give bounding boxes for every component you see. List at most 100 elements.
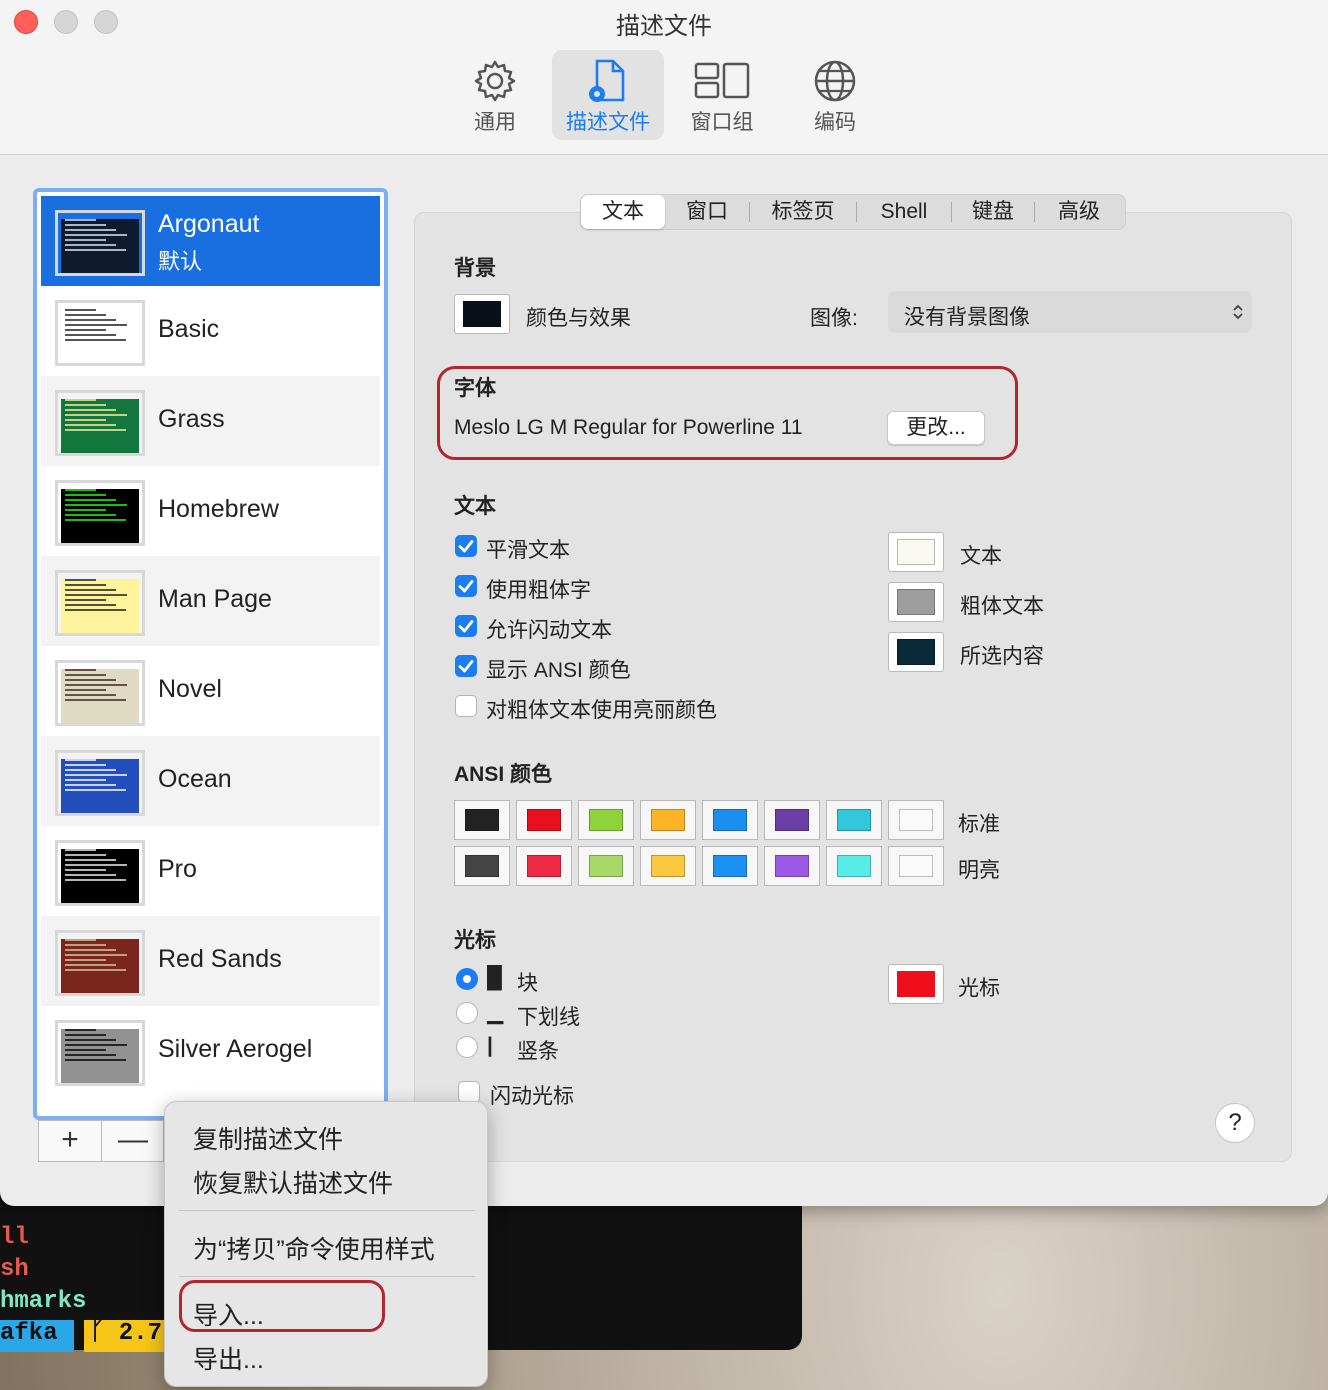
- ansi-bright-color-well[interactable]: [702, 846, 758, 886]
- profile-name: Red Sands: [158, 945, 282, 973]
- menu-item-use-style-for-copy[interactable]: 为“拷贝”命令使用样式: [193, 1230, 435, 1266]
- tab-tabs[interactable]: 标签页: [750, 195, 856, 229]
- help-button[interactable]: ?: [1215, 1103, 1255, 1143]
- ansi-bright-color-well[interactable]: [888, 846, 944, 886]
- text-color-label: 文本: [960, 545, 1002, 568]
- ansi-normal-color-well[interactable]: [640, 800, 696, 840]
- text-option-checkbox[interactable]: [455, 695, 477, 717]
- ansi-normal-label: 标准: [958, 813, 1000, 836]
- text-heading: 文本: [454, 495, 496, 518]
- tab-window[interactable]: 窗口: [665, 195, 749, 229]
- blink-cursor-checkbox[interactable]: [458, 1081, 480, 1103]
- text-color-well[interactable]: [888, 632, 944, 672]
- text-option-checkbox[interactable]: [455, 535, 477, 557]
- tab-advanced[interactable]: 高级: [1035, 195, 1123, 229]
- menu-item-restore-defaults[interactable]: 恢复默认描述文件: [193, 1164, 393, 1200]
- background-image-select[interactable]: 没有背景图像: [888, 291, 1252, 333]
- preview-line: [65, 609, 126, 611]
- profile-default-badge: 默认: [158, 249, 203, 274]
- color-swatch: [897, 539, 935, 565]
- ansi-bright-color-well[interactable]: [640, 846, 696, 886]
- profile-row[interactable]: Ocean: [41, 736, 380, 826]
- text-option-label: 允许闪动文本: [486, 619, 612, 642]
- ansi-bright-color-well[interactable]: [516, 846, 572, 886]
- cursor-style-radio[interactable]: [456, 968, 478, 990]
- title-bar: 描述文件 通用 描述文件 窗口组 编码: [0, 0, 1328, 155]
- chevron-updown-icon: [1233, 304, 1243, 320]
- preview-line: [65, 674, 107, 676]
- toolbar-general[interactable]: 通用: [439, 50, 551, 140]
- ansi-bright-color-well[interactable]: [454, 846, 510, 886]
- add-profile-button[interactable]: +: [39, 1121, 101, 1161]
- tab-keyboard[interactable]: 键盘: [952, 195, 1034, 229]
- text-color-well[interactable]: [888, 582, 944, 622]
- text-option-label: 对粗体文本使用亮丽颜色: [486, 699, 717, 722]
- profile-row[interactable]: Man Page: [41, 556, 380, 646]
- text-color-well[interactable]: [888, 532, 944, 572]
- profile-name: Basic: [158, 315, 220, 343]
- preview-line: [65, 599, 106, 601]
- preview-line: [65, 399, 97, 401]
- ansi-normal-color-well[interactable]: [454, 800, 510, 840]
- terminal-git-segment: ᚴ 2.7: [84, 1320, 169, 1352]
- tab-shell[interactable]: Shell: [857, 195, 951, 229]
- profile-row[interactable]: Novel: [41, 646, 380, 736]
- profile-list[interactable]: Argonaut 默认 Basic Grass Homebrew Man Page Nove…: [33, 188, 388, 1120]
- ansi-normal-color-well[interactable]: [764, 800, 820, 840]
- globe-icon: [814, 60, 856, 102]
- tab-text[interactable]: 文本: [581, 195, 665, 229]
- select-value: 没有背景图像: [904, 306, 1030, 329]
- cursor-color-well[interactable]: [888, 964, 944, 1004]
- preview-line: [65, 959, 106, 961]
- preview-line: [65, 504, 127, 506]
- terminal-preview: [61, 489, 139, 543]
- terminal-prompt-segment: afka: [0, 1320, 74, 1352]
- profile-row[interactable]: Silver Aerogel: [41, 1006, 380, 1096]
- ansi-normal-color-well[interactable]: [888, 800, 944, 840]
- profile-row[interactable]: Argonaut 默认: [41, 196, 380, 286]
- menu-separator: [179, 1210, 475, 1211]
- preview-line: [65, 579, 97, 581]
- ansi-normal-color-well[interactable]: [578, 800, 634, 840]
- preview-line: [65, 939, 97, 941]
- text-option-checkbox[interactable]: [455, 655, 477, 677]
- preview-line: [65, 684, 127, 686]
- profile-row[interactable]: Basic: [41, 286, 380, 376]
- ansi-bright-color-well[interactable]: [764, 846, 820, 886]
- profile-row[interactable]: Homebrew: [41, 466, 380, 556]
- color-swatch: [651, 809, 685, 831]
- toolbar-encoding[interactable]: 编码: [779, 50, 891, 140]
- remove-profile-button[interactable]: —: [102, 1121, 164, 1161]
- toolbar-profiles[interactable]: 描述文件: [552, 50, 664, 140]
- color-swatch: [899, 855, 933, 877]
- preview-line: [65, 789, 126, 791]
- profile-thumbnail: [55, 570, 145, 636]
- preview-line: [65, 1059, 126, 1061]
- cursor-style-radio[interactable]: [456, 1002, 478, 1024]
- text-option-checkbox[interactable]: [455, 575, 477, 597]
- toolbar-label: 描述文件: [566, 111, 650, 134]
- color-swatch: [897, 589, 935, 615]
- toolbar-window-groups[interactable]: 窗口组: [666, 50, 778, 140]
- terminal-line: ll: [0, 1224, 29, 1251]
- preview-line: [65, 964, 116, 966]
- profile-row[interactable]: Red Sands: [41, 916, 380, 1006]
- terminal-preview: [61, 759, 139, 813]
- menu-item-export[interactable]: 导出...: [193, 1340, 264, 1376]
- ansi-normal-color-well[interactable]: [702, 800, 758, 840]
- ansi-bright-color-well[interactable]: [826, 846, 882, 886]
- text-option-checkbox[interactable]: [455, 615, 477, 637]
- preview-line: [65, 869, 106, 871]
- profile-row[interactable]: Grass: [41, 376, 380, 466]
- ansi-bright-color-well[interactable]: [578, 846, 634, 886]
- preview-line: [65, 1044, 127, 1046]
- profile-row[interactable]: Pro: [41, 826, 380, 916]
- ansi-normal-color-well[interactable]: [516, 800, 572, 840]
- background-color-well[interactable]: [454, 294, 510, 334]
- cursor-style-radio[interactable]: [456, 1036, 478, 1058]
- color-swatch: [465, 855, 499, 877]
- ansi-normal-color-well[interactable]: [826, 800, 882, 840]
- menu-item-duplicate-profile[interactable]: 复制描述文件: [193, 1120, 343, 1156]
- profile-name: Novel: [158, 675, 222, 703]
- preview-line: [65, 334, 116, 336]
